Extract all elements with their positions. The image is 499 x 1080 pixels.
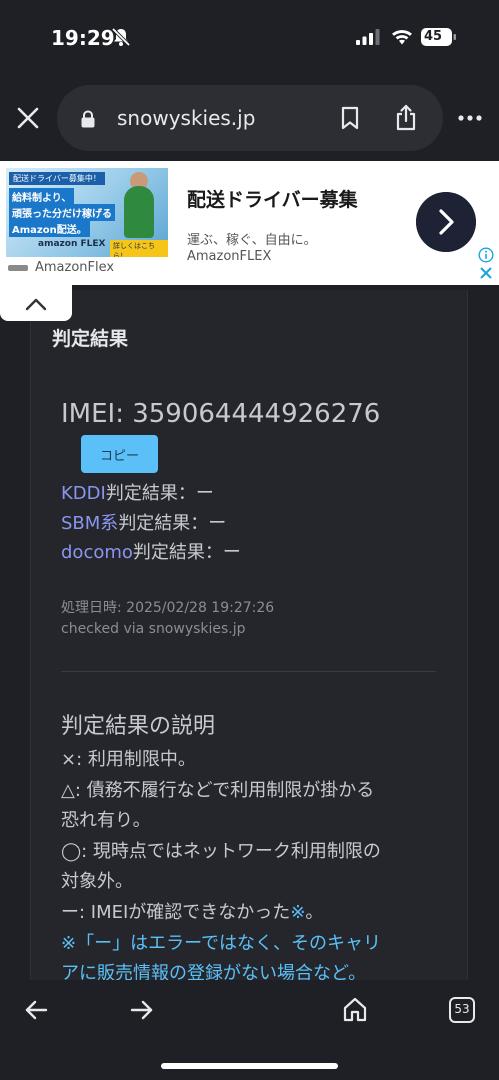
explanation-line: ー: IMEIが確認できなかった※。 <box>61 898 323 924</box>
ad-image-line: 給料制より、 <box>9 188 75 205</box>
ad-image-brand: amazon FLEX <box>38 239 106 249</box>
checked-via: checked via snowyskies.jp <box>61 621 246 637</box>
processed-timestamp: 処理日時: 2025/02/28 19:27:26 <box>61 600 275 616</box>
bookmark-icon[interactable] <box>340 106 360 130</box>
forward-arrow-icon[interactable] <box>130 999 154 1021</box>
share-icon[interactable] <box>395 104 417 131</box>
ad-title[interactable]: 配送ドライバー募集 <box>187 185 358 212</box>
explanation-line: 恐れ有り。 <box>61 810 151 831</box>
divider <box>61 671 436 672</box>
explanation-line: 対象外。 <box>61 871 133 892</box>
explanation-text: ー: IMEIが確認できなかった <box>61 902 291 923</box>
bell-muted-icon <box>111 27 131 47</box>
ad-brand: AmazonFLEX <box>187 249 272 264</box>
ad-description: 運ぶ、稼ぐ、自由に。 <box>187 233 317 248</box>
explanation-line: ×: 利用制限中。 <box>61 749 196 770</box>
kddi-result: KDDI判定結果：ー <box>61 479 214 505</box>
bottom-toolbar: 53 <box>0 980 499 1080</box>
sbm-result-text: 判定結果：ー <box>118 513 227 534</box>
browser-toolbar: snowyskies.jp <box>0 76 499 160</box>
ad-collapse-button[interactable] <box>0 285 72 321</box>
status-bar: 19:29 45 <box>0 0 499 76</box>
lock-icon <box>81 110 95 128</box>
battery-level: 45 <box>424 29 443 44</box>
note-link[interactable]: ※ <box>290 902 305 923</box>
tab-count: 53 <box>454 1002 470 1016</box>
tabs-button[interactable]: 53 <box>449 997 475 1023</box>
home-indicator <box>161 1063 338 1069</box>
ad-image-tag: 配送ドライバー募集中！ <box>9 172 105 185</box>
docomo-result-text: 判定結果：ー <box>132 542 241 563</box>
sbm-result: SBM系判定結果：ー <box>61 509 226 535</box>
ad-advertiser[interactable]: AmazonFlex <box>35 260 114 275</box>
explanation-line: ◯: 現時点ではネットワーク利用制限の <box>61 841 381 862</box>
chevron-up-icon <box>25 298 47 311</box>
home-icon[interactable] <box>342 996 368 1022</box>
more-icon[interactable] <box>458 114 482 122</box>
ad-image-button: 詳しくはこちら！ <box>110 240 168 257</box>
ad-image-line: 頑張った分だけ稼げる <box>9 204 115 221</box>
explanation-end: 。 <box>305 902 324 923</box>
status-time: 19:29 <box>51 26 115 50</box>
sbm-link[interactable]: SBM系 <box>61 513 118 534</box>
advertiser-logo <box>8 265 28 271</box>
battery-icon: 45 <box>421 27 457 47</box>
note-line: ※「ー」はエラーではなく、そのキャリ <box>61 933 382 954</box>
explanation-title: 判定結果の説明 <box>61 714 216 739</box>
url-text[interactable]: snowyskies.jp <box>117 106 255 130</box>
ad-banner[interactable]: 配送ドライバー募集中！ 給料制より、 頑張った分だけ稼げる Amazon配送。 … <box>0 161 499 285</box>
ad-image-person <box>124 186 154 238</box>
section-title: 判定結果 <box>52 328 129 350</box>
docomo-result: docomo判定結果：ー <box>61 538 241 564</box>
cellular-signal-icon <box>356 29 380 45</box>
back-arrow-icon[interactable] <box>24 999 48 1021</box>
copy-button[interactable]: コピー <box>81 435 158 473</box>
ad-image[interactable]: 配送ドライバー募集中！ 給料制より、 頑張った分だけ稼げる Amazon配送。 … <box>6 168 168 257</box>
explanation-line: △: 債務不履行などで利用制限が掛かる <box>61 780 375 801</box>
kddi-result-text: 判定結果：ー <box>105 483 214 504</box>
ad-close-icon[interactable] <box>478 265 494 281</box>
kddi-link[interactable]: KDDI <box>61 483 106 504</box>
docomo-link[interactable]: docomo <box>61 542 133 563</box>
wifi-icon <box>392 30 412 45</box>
ad-open-button[interactable] <box>416 192 476 252</box>
ad-info-icon[interactable] <box>478 247 494 263</box>
imei-value: IMEI: 359064444926276 <box>61 399 381 429</box>
close-icon[interactable] <box>15 105 41 131</box>
ad-image-line: Amazon配送。 <box>9 220 90 237</box>
